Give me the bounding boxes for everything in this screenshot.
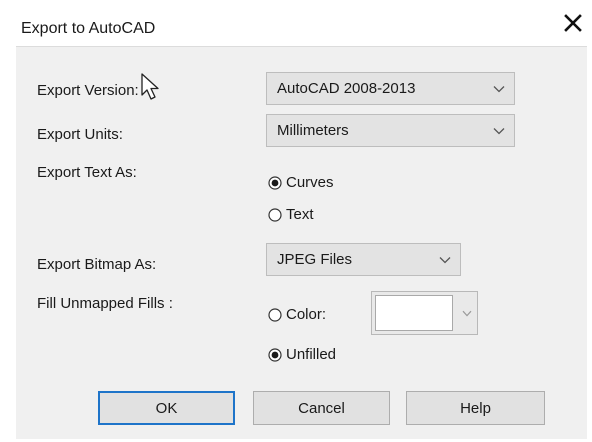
export-version-value: AutoCAD 2008-2013 (277, 80, 416, 97)
radio-selected-icon (268, 347, 282, 362)
radio-curves-label: Curves (286, 174, 334, 191)
radio-selected-icon (268, 175, 282, 190)
dialog-title: Export to AutoCAD (21, 20, 156, 37)
radio-color[interactable]: Color: (268, 306, 326, 323)
radio-text[interactable]: Text (268, 206, 314, 223)
color-swatch (375, 295, 453, 331)
export-units-label: Export Units: (37, 126, 123, 143)
export-bitmap-as-value: JPEG Files (277, 251, 353, 268)
fill-unmapped-fills-label: Fill Unmapped Fills : (37, 295, 173, 312)
radio-unfilled-label: Unfilled (286, 346, 337, 363)
export-text-as-label: Export Text As: (37, 164, 137, 181)
ok-button[interactable]: OK (98, 391, 235, 425)
help-button[interactable]: Help (406, 391, 545, 425)
radio-unfilled[interactable]: Unfilled (268, 346, 336, 363)
export-bitmap-as-dropdown[interactable]: JPEG Files (266, 243, 461, 276)
color-picker-button[interactable] (371, 291, 478, 335)
export-version-label: Export Version: (37, 82, 139, 99)
radio-curves[interactable]: Curves (268, 174, 334, 191)
export-units-value: Millimeters (277, 122, 349, 139)
chevron-down-icon (484, 73, 514, 104)
export-version-dropdown[interactable]: AutoCAD 2008-2013 (266, 72, 515, 105)
radio-text-label: Text (286, 206, 314, 223)
chevron-down-icon (456, 292, 477, 334)
chevron-down-icon (430, 244, 460, 275)
cancel-button[interactable]: Cancel (253, 391, 390, 425)
radio-unselected-icon (268, 307, 282, 322)
radio-unselected-icon (268, 207, 282, 222)
export-units-dropdown[interactable]: Millimeters (266, 114, 515, 147)
close-button[interactable] (561, 11, 585, 35)
chevron-down-icon (484, 115, 514, 146)
radio-color-label: Color: (286, 306, 327, 323)
close-icon (564, 14, 582, 32)
export-dialog: Export to AutoCAD Export Version: AutoCA… (0, 0, 592, 442)
export-bitmap-as-label: Export Bitmap As: (37, 256, 157, 273)
